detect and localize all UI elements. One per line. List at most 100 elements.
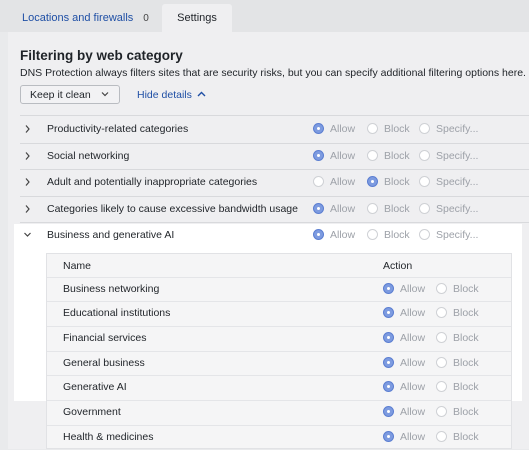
radio-label: Block: [384, 150, 410, 162]
section-description: DNS Protection always filters sites that…: [20, 67, 526, 79]
radio-label: Allow: [400, 283, 426, 295]
radio-circle: [419, 203, 430, 214]
section-title: Filtering by web category: [20, 48, 183, 63]
radio-circle: [436, 381, 447, 392]
radio-circle: [436, 307, 447, 318]
radio-label: Block: [453, 283, 479, 295]
radio-circle: [367, 176, 378, 187]
radio-label: Allow: [400, 406, 426, 418]
radio-circle: [313, 203, 324, 214]
subcategory-name: Business networking: [63, 283, 160, 295]
chevron-right-icon[interactable]: [24, 177, 31, 187]
subcategory-name: Health & medicines: [63, 431, 154, 443]
radio-label: Allow: [330, 123, 356, 135]
radio-circle: [383, 381, 394, 392]
radio-circle: [419, 150, 430, 161]
radio-circle: [419, 176, 430, 187]
radio-label: Specify...: [436, 176, 479, 188]
radio-label: Block: [384, 203, 410, 215]
radio-label: Specify...: [436, 123, 479, 135]
category-row[interactable]: Categories likely to cause excessive ban…: [14, 196, 529, 222]
radio-label: Specify...: [436, 203, 479, 215]
chevron-down-icon: [101, 92, 109, 97]
radio-circle: [436, 332, 447, 343]
radio-label: Allow: [330, 150, 356, 162]
radio-label: Allow: [400, 307, 426, 319]
radio-circle: [313, 176, 324, 187]
category-name: Adult and potentially inappropriate cate…: [47, 176, 258, 188]
chevron-right-icon[interactable]: [24, 204, 31, 214]
tab-bar: Locations and firewalls 0 Settings: [0, 0, 529, 32]
subcategory-row: Business networking Allow Block: [46, 278, 512, 302]
dropdown-value: Keep it clean: [30, 89, 91, 101]
radio-circle: [313, 150, 324, 161]
subcategory-name: Generative AI: [63, 381, 127, 393]
radio-label: Allow: [400, 381, 426, 393]
column-header-action: Action: [383, 260, 413, 272]
radio-label: Specify...: [436, 150, 479, 162]
hide-details-label: Hide details: [137, 89, 192, 101]
subcategory-row: General business Allow Block: [46, 352, 512, 376]
category-name: Business and generative AI: [47, 229, 175, 241]
radio-label: Block: [453, 357, 479, 369]
radio-label: Allow: [330, 229, 356, 241]
radio-circle: [436, 357, 447, 368]
radio-label: Allow: [330, 203, 356, 215]
radio-circle: [383, 283, 394, 294]
radio-circle: [383, 307, 394, 318]
radio-circle: [436, 283, 447, 294]
radio-label: Block: [453, 332, 479, 344]
radio-circle: [313, 229, 324, 240]
category-name: Categories likely to cause excessive ban…: [47, 203, 298, 215]
radio-circle: [419, 229, 430, 240]
category-row[interactable]: Productivity-related categories Allow Bloc…: [14, 116, 529, 142]
radio-label: Block: [453, 381, 479, 393]
tab-label: Locations and firewalls: [22, 12, 134, 24]
tab-label: Settings: [177, 12, 217, 24]
radio-circle: [436, 406, 447, 417]
subcategory-row: Educational institutions Allow Block: [46, 302, 512, 326]
subcategory-row: Financial services Allow Block: [46, 327, 512, 351]
chevron-up-icon: [197, 91, 206, 97]
radio-circle: [367, 203, 378, 214]
subcategory-name: Government: [63, 406, 121, 418]
radio-circle: [383, 332, 394, 343]
column-header-name: Name: [63, 260, 92, 272]
radio-label: Block: [384, 123, 410, 135]
tab-count-badge: 0: [143, 13, 149, 24]
category-name: Social networking: [47, 150, 130, 162]
tab-locations-and-firewalls[interactable]: Locations and firewalls 0: [14, 4, 157, 32]
chevron-right-icon[interactable]: [24, 151, 31, 161]
radio-circle: [313, 123, 324, 134]
chevron-down-icon[interactable]: [24, 230, 31, 240]
radio-circle: [367, 229, 378, 240]
subcategory-name: Financial services: [63, 332, 147, 344]
radio-label: Allow: [400, 332, 426, 344]
radio-circle: [367, 150, 378, 161]
radio-label: Block: [453, 431, 479, 443]
radio-circle: [383, 431, 394, 442]
radio-label: Allow: [400, 357, 426, 369]
radio-label: Specify...: [436, 229, 479, 241]
chevron-right-icon[interactable]: [24, 124, 31, 134]
category-row[interactable]: Business and generative AI Allow Block Spec…: [14, 222, 529, 248]
filter-preset-dropdown[interactable]: Keep it clean: [20, 85, 120, 104]
radio-label: Block: [384, 229, 410, 241]
radio-circle: [367, 123, 378, 134]
subcategory-row: Generative AI Allow Block: [46, 376, 512, 400]
subcategory-row: Government Allow Block: [46, 401, 512, 425]
radio-label: Block: [453, 307, 479, 319]
category-row[interactable]: Social networking Allow Block Specify...: [14, 143, 529, 169]
radio-label: Block: [453, 406, 479, 418]
hide-details-link[interactable]: Hide details: [137, 89, 206, 101]
tab-settings[interactable]: Settings: [162, 4, 232, 32]
radio-circle: [419, 123, 430, 134]
category-row[interactable]: Adult and potentially inappropriate cate…: [14, 169, 529, 195]
radio-label: Allow: [330, 176, 356, 188]
radio-label: Block: [384, 176, 410, 188]
category-name: Productivity-related categories: [47, 123, 189, 135]
radio-circle: [383, 406, 394, 417]
subcategory-name: General business: [63, 357, 145, 369]
subcategory-row: Health & medicines Allow Block: [46, 426, 512, 450]
radio-circle: [436, 431, 447, 442]
